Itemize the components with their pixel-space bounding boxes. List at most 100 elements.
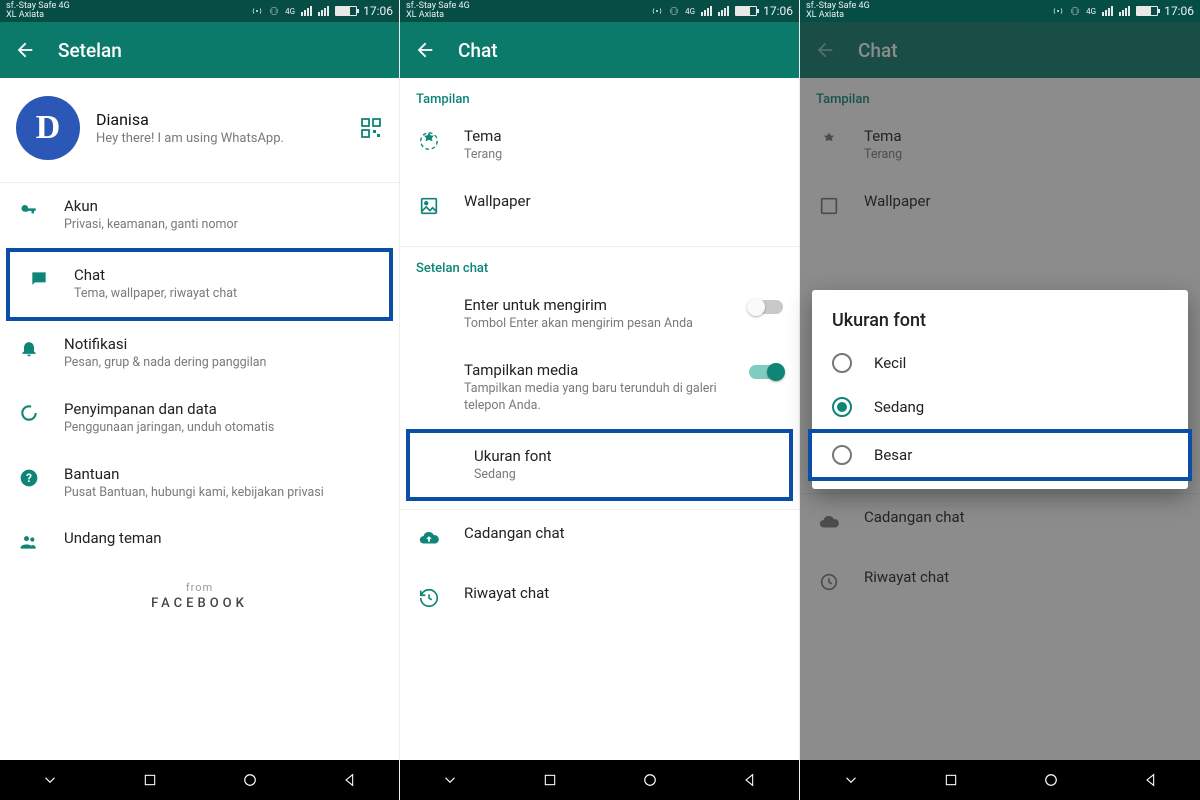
item-title: Wallpaper [464,192,783,210]
item-sub: Tombol Enter akan mengirim pesan Anda [464,316,727,333]
settings-item-account[interactable]: Akun Privasi, keamanan, ganti nomor [0,183,399,248]
battery-icon [335,6,357,16]
screen-font-dialog: sf.-Stay Safe 4GXL Axiata 4G 17:06 Chat … [800,0,1200,800]
chat-item-history[interactable]: Riwayat chat [400,570,799,630]
nav-back-icon[interactable] [342,772,358,788]
settings-item-chat[interactable]: ChatTema, wallpaper, riwayat chat [10,252,389,317]
highlight-font-size: Ukuran fontSedang [406,429,793,502]
android-navbar [400,760,799,800]
app-bar: Chat [800,22,1200,78]
font-option-medium[interactable]: Sedang [812,385,1188,429]
footer-from: from [0,575,399,594]
back-icon[interactable] [814,39,836,61]
help-icon: ? [16,465,42,488]
highlight-large: Besar [808,429,1192,481]
chat-icon [26,266,52,289]
item-title: Chat [74,266,373,284]
item-title: Akun [64,197,383,215]
svg-text:?: ? [26,471,32,485]
status-time: 17:06 [363,4,393,18]
settings-item-storage[interactable]: Penyimpanan dan data Penggunaan jaringan,… [0,386,399,451]
item-sub: Privasi, keamanan, ganti nomor [64,217,383,234]
settings-item-notifications[interactable]: NotifikasiPesan, grup & nada dering pang… [0,321,399,386]
people-icon [16,529,42,552]
app-bar: Setelan [0,22,399,78]
battery-icon [735,6,757,16]
signal-icon [1102,6,1113,16]
item-title: Enter untuk mengirim [464,296,727,314]
footer-brand: FACEBOOK [0,594,399,621]
wallpaper-icon [416,192,442,217]
nav-back-icon[interactable] [1143,772,1159,788]
toggle-enter-send[interactable] [749,300,783,314]
nav-down-icon[interactable] [441,771,459,789]
nav-recent-icon[interactable] [943,772,959,788]
back-icon[interactable] [14,39,36,61]
signal-icon-2 [318,6,329,16]
status-network: 4G [285,7,295,16]
font-option-small[interactable]: Kecil [812,341,1188,385]
font-option-large[interactable]: Besar [812,433,1188,477]
chat-item-wallpaper[interactable]: Wallpaper [800,178,1200,238]
chat-item-theme[interactable]: Tema Terang [400,113,799,178]
vibrate-icon [1070,5,1080,17]
section-display: Tampilan [800,78,1200,113]
item-title: Riwayat chat [464,584,783,602]
nav-down-icon[interactable] [41,771,59,789]
chat-item-font-size[interactable]: Ukuran fontSedang [410,433,789,498]
bell-icon [16,335,42,358]
toggle-show-media[interactable] [749,365,783,379]
back-icon[interactable] [414,39,436,61]
chat-item-backup[interactable]: Cadangan chat [400,510,799,570]
item-sub: Pusat Bantuan, hubungi kami, kebijakan p… [64,485,383,502]
hotspot-icon [1052,5,1064,17]
chat-item-theme[interactable]: TemaTerang [800,113,1200,178]
profile-status: Hey there! I am using WhatsApp. [96,131,343,146]
page-title: Chat [858,39,898,62]
item-sub: Penggunaan jaringan, unduh otomatis [64,420,383,437]
radio-icon [832,353,852,373]
nav-down-icon[interactable] [842,771,860,789]
nav-home-icon[interactable] [241,771,259,789]
vibrate-icon [269,5,279,17]
avatar: D [16,96,80,160]
item-title: Tampilkan media [464,361,727,379]
settings-item-invite[interactable]: Undang teman [0,515,399,575]
qr-icon[interactable] [359,116,383,140]
section-display: Tampilan [400,78,799,113]
battery-icon [1136,6,1158,16]
nav-recent-icon[interactable] [142,772,158,788]
dialog-title: Ukuran font [812,306,1188,341]
font-size-dialog: Ukuran font Kecil Sedang Besar [812,290,1188,489]
theme-icon [416,127,442,152]
nav-home-icon[interactable] [1042,771,1060,789]
highlight-chat: ChatTema, wallpaper, riwayat chat [6,248,393,321]
theme-icon [816,127,842,152]
section-chat-settings: Setelan chat [400,247,799,282]
item-title: Tema [464,127,783,145]
screen-chat-settings: sf.-Stay Safe 4GXL Axiata 4G 17:06 Chat … [400,0,800,800]
nav-back-icon[interactable] [742,772,758,788]
chat-item-wallpaper[interactable]: Wallpaper [400,178,799,238]
android-navbar [0,760,399,800]
nav-recent-icon[interactable] [542,772,558,788]
signal-icon-2 [718,6,729,16]
chat-item-history[interactable]: Riwayat chat [800,554,1200,614]
settings-item-help[interactable]: ? BantuanPusat Bantuan, hubungi kami, ke… [0,451,399,516]
signal-icon [301,6,312,16]
item-sub: Terang [464,147,783,164]
signal-icon [701,6,712,16]
chat-item-enter-send[interactable]: Enter untuk mengirim Tombol Enter akan me… [400,282,799,347]
nav-home-icon[interactable] [641,771,659,789]
status-carrier-sub: XL Axiata [6,11,70,20]
cloud-upload-icon [416,524,442,549]
chat-item-backup[interactable]: Cadangan chat [800,494,1200,554]
item-sub: Sedang [474,467,773,484]
profile-row[interactable]: D Dianisa Hey there! I am using WhatsApp… [0,78,399,182]
chat-item-show-media[interactable]: Tampilkan mediaTampilkan media yang baru… [400,347,799,429]
option-label: Kecil [874,354,906,372]
item-title: Penyimpanan dan data [64,400,383,418]
android-navbar [800,760,1200,800]
screen-settings: sf.-Stay Safe 4GXL Axiata 4G 17:06 Setel… [0,0,400,800]
radio-icon [832,445,852,465]
